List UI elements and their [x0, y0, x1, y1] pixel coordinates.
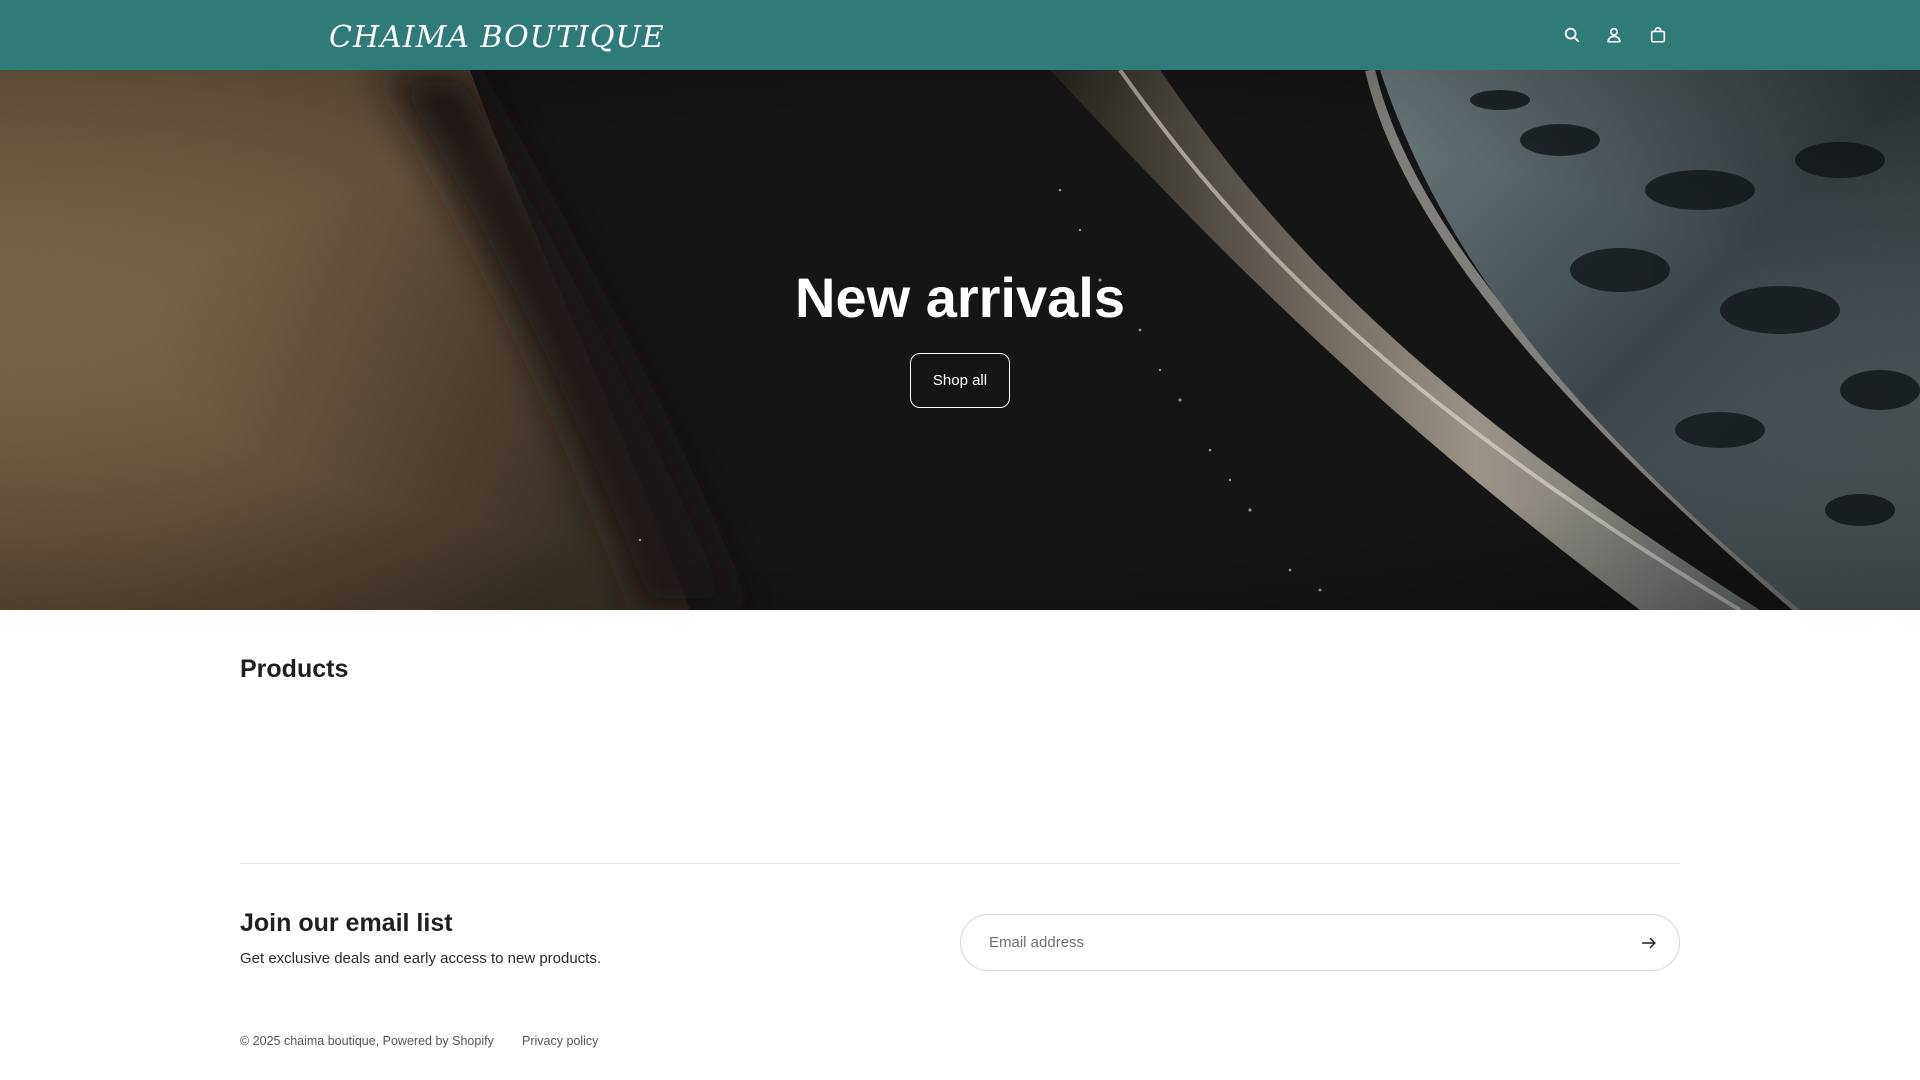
email-field[interactable]: [989, 915, 1609, 970]
newsletter-form: [960, 914, 1680, 971]
account-icon[interactable]: [1602, 23, 1626, 47]
site-header: CHAIMA BOUTIQUE: [0, 0, 1920, 70]
hero-title: New arrivals: [795, 266, 1125, 329]
shop-all-button[interactable]: Shop all: [910, 353, 1010, 408]
hero-background-image: [0, 70, 1920, 610]
footer-copyright: © 2025 chaima boutique, Powered by Shopi…: [240, 1034, 494, 1048]
section-divider: [240, 863, 1680, 864]
cart-icon[interactable]: [1646, 23, 1670, 47]
hero-banner: New arrivals Shop all: [0, 70, 1920, 610]
newsletter-subtitle: Get exclusive deals and early access to …: [240, 950, 602, 967]
products-heading: Products: [240, 655, 349, 683]
newsletter-heading: Join our email list: [240, 909, 453, 937]
search-icon[interactable]: [1560, 23, 1584, 47]
store-logo[interactable]: CHAIMA BOUTIQUE: [329, 20, 665, 56]
arrow-right-icon[interactable]: [1637, 931, 1661, 955]
privacy-policy-link[interactable]: Privacy policy: [522, 1033, 598, 1049]
